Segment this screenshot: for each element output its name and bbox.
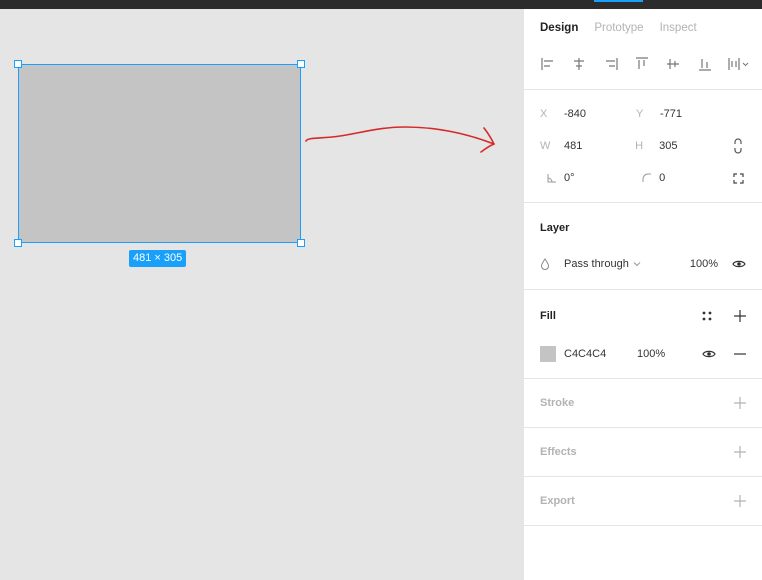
corner-radius-value[interactable]: 0 [659,172,665,184]
align-left-icon[interactable] [540,56,556,72]
eye-icon[interactable] [702,349,716,359]
y-field[interactable]: Y -771 [636,108,732,120]
fill-section: Fill C4C4C4 100% [524,290,762,370]
corner-radius-field[interactable]: 0 [635,172,730,184]
alignment-toolbar [524,49,762,79]
height-value[interactable]: 305 [659,140,677,152]
resize-handle-bottom-left[interactable] [14,239,22,247]
effects-title: Effects [540,446,577,458]
x-value[interactable]: -840 [564,108,586,120]
chevron-down-icon[interactable] [633,261,641,267]
position-section: X -840 Y -771 W 481 H 305 0° 0 [524,90,762,202]
constrain-proportions-icon[interactable] [730,138,746,154]
align-top-icon[interactable] [634,56,650,72]
align-horizontal-center-icon[interactable] [571,56,587,72]
active-tool-indicator[interactable] [594,0,643,2]
divider [524,525,762,526]
fill-title: Fill [540,310,556,322]
effects-section: Effects [524,428,762,476]
layer-title: Layer [540,222,570,234]
add-export-icon[interactable] [734,495,746,507]
distribute-spacing-icon[interactable] [728,56,750,72]
stroke-section: Stroke [524,379,762,427]
add-stroke-icon[interactable] [734,397,746,409]
selected-rectangle[interactable] [18,64,301,243]
corner-radius-icon [635,173,659,183]
layer-section: Layer Pass through 100% [524,203,762,279]
resize-handle-top-left[interactable] [14,60,22,68]
panel-tabs: Design Prototype Inspect [524,9,762,49]
fill-hex-value[interactable]: C4C4C4 [564,348,637,360]
rotation-field[interactable]: 0° [540,172,635,184]
resize-handle-top-right[interactable] [297,60,305,68]
height-field[interactable]: H 305 [635,140,730,152]
tab-prototype[interactable]: Prototype [594,22,643,49]
add-fill-icon[interactable] [734,310,746,322]
tab-design[interactable]: Design [540,22,578,49]
resize-handle-bottom-right[interactable] [297,239,305,247]
rotation-icon [540,173,564,183]
dimension-badge: 481 × 305 [129,250,187,267]
fill-color-swatch[interactable] [540,346,556,362]
export-title: Export [540,495,575,507]
design-canvas[interactable]: 481 × 305 [0,9,523,580]
properties-panel: Design Prototype Inspect X -840 Y -771 W… [523,9,762,580]
top-toolbar [0,0,762,9]
blend-mode-select[interactable]: Pass through [564,258,629,270]
x-field[interactable]: X -840 [540,108,636,120]
width-field[interactable]: W 481 [540,140,635,152]
width-value[interactable]: 481 [564,140,582,152]
stroke-title: Stroke [540,397,575,409]
y-value[interactable]: -771 [660,108,682,120]
add-effect-icon[interactable] [734,446,746,458]
independent-corners-icon[interactable] [730,172,746,184]
fill-opacity-value[interactable]: 100% [637,348,665,360]
align-bottom-icon[interactable] [697,56,713,72]
tab-inspect[interactable]: Inspect [660,22,697,49]
rotation-value[interactable]: 0° [564,172,575,184]
export-section: Export [524,477,762,525]
align-vertical-center-icon[interactable] [665,56,681,72]
align-right-icon[interactable] [603,56,619,72]
blend-mode-icon [540,258,564,270]
eye-icon[interactable] [732,259,746,269]
layer-opacity-value[interactable]: 100% [690,258,718,270]
style-grid-icon[interactable] [702,311,712,321]
remove-fill-icon[interactable] [734,353,746,355]
annotation-arrow-icon [305,126,496,153]
